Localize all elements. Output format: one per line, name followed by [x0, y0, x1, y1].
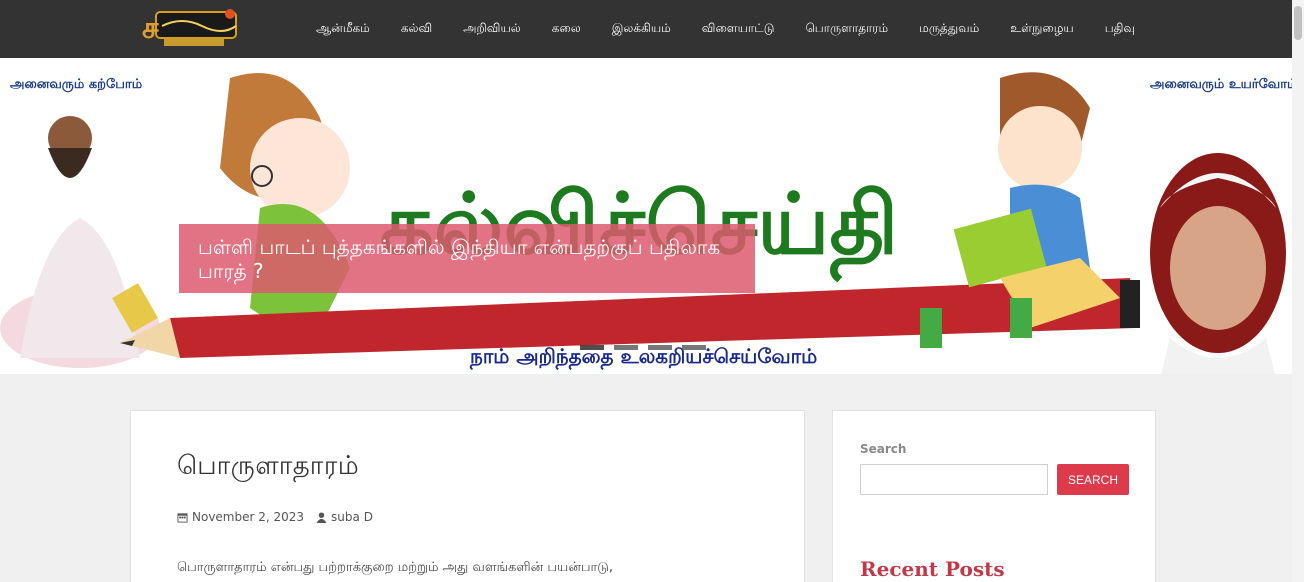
- article-meta: November 2, 2023 suba D: [177, 510, 373, 524]
- nav-item-spirituality[interactable]: ஆன்மீகம்: [316, 21, 370, 37]
- main-menu: ஆன்மீகம் கல்வி அறிவியல் கலை இலக்கியம் வி…: [300, 0, 1166, 58]
- sidebar-widget: Search SEARCH Recent Posts: [832, 410, 1156, 582]
- nav-item-education[interactable]: கல்வி: [401, 21, 432, 37]
- nav-item-register[interactable]: பதிவு: [1105, 21, 1135, 37]
- scrollbar-thumb[interactable]: [1294, 6, 1302, 40]
- nav-item-economics[interactable]: பொருளாதாரம்: [805, 21, 888, 37]
- slider-dot-1[interactable]: [580, 345, 604, 350]
- nav-item-login[interactable]: உள்நுழைய: [1010, 21, 1073, 37]
- article-author[interactable]: suba D: [331, 510, 373, 524]
- user-icon: [316, 511, 327, 523]
- nav-item-literature[interactable]: இலக்கியம்: [612, 21, 671, 37]
- nav-item-medicine[interactable]: மருத்துவம்: [919, 21, 979, 37]
- svg-text:ச: ச: [142, 11, 159, 46]
- site-logo-icon: ச: [142, 9, 237, 46]
- slider-pagination: [580, 345, 716, 350]
- article-date[interactable]: November 2, 2023: [192, 510, 304, 524]
- nav-item-science[interactable]: அறிவியல்: [463, 21, 521, 37]
- left-corner-text: அனைவரும் கற்போம்: [10, 77, 143, 92]
- slider-dot-3[interactable]: [648, 345, 672, 350]
- page-scrollbar[interactable]: [1292, 0, 1304, 582]
- hero-banner-image: அனைவரும் கற்போம் கல்விச்செய்தி நாம் அறிந…: [0, 58, 1292, 374]
- search-button[interactable]: SEARCH: [1057, 464, 1129, 495]
- article-title[interactable]: பொருளாதாரம்: [177, 451, 359, 484]
- article-card: பொருளாதாரம் November 2, 2023 suba D பொரு…: [130, 410, 805, 582]
- calendar-icon: [177, 512, 188, 523]
- hero-slider[interactable]: அனைவரும் கற்போம் கல்விச்செய்தி நாம் அறிந…: [0, 58, 1292, 374]
- top-navigation-bar: ச ஆன்மீகம் கல்வி அறிவியல் கலை இலக்கியம் …: [0, 0, 1304, 58]
- nav-item-sports[interactable]: விளையாட்டு: [702, 21, 775, 37]
- slider-dot-2[interactable]: [614, 345, 638, 350]
- portrait-illustration: [1150, 153, 1286, 374]
- recent-posts-heading: Recent Posts: [860, 557, 1005, 581]
- slider-dot-4[interactable]: [682, 345, 706, 350]
- article-excerpt: பொருளாதாரம் என்பது பற்றாக்குறை மற்றும் அ…: [177, 560, 614, 575]
- search-label: Search: [860, 442, 907, 456]
- slide-caption-text: பள்ளி பாடப் புத்தகங்களில் இந்தியா என்பதற…: [198, 235, 721, 283]
- nav-item-art[interactable]: கலை: [552, 21, 581, 37]
- right-corner-text: அனைவரும் உயர்வோம்: [1150, 77, 1292, 92]
- slide-caption[interactable]: பள்ளி பாடப் புத்தகங்களில் இந்தியா என்பதற…: [179, 224, 755, 293]
- search-input[interactable]: [860, 464, 1048, 495]
- site-logo[interactable]: ச: [134, 4, 242, 50]
